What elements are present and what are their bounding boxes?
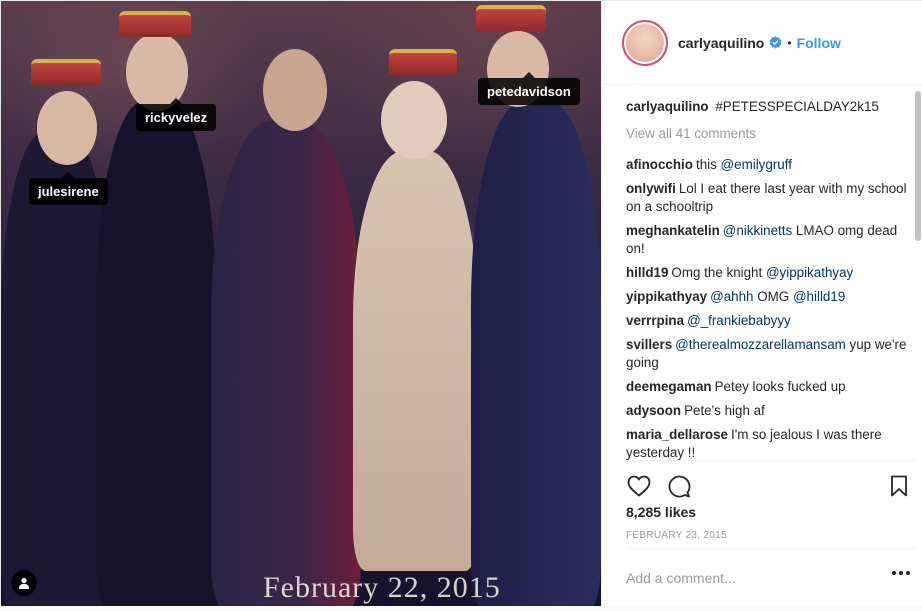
- comment-username[interactable]: svillers: [626, 337, 672, 352]
- person-head: [263, 49, 327, 131]
- more-options-icon[interactable]: [892, 571, 910, 575]
- comment-icon[interactable]: [666, 473, 692, 499]
- action-bar: [626, 460, 916, 510]
- instagram-post: February 22, 2015 julesirene rickyvelez …: [0, 0, 922, 606]
- comment-username[interactable]: deemegaman: [626, 379, 712, 394]
- person-figure: [353, 151, 478, 571]
- comment-username[interactable]: onlywifi: [626, 181, 676, 196]
- comment-item: svillers @therealmozzarellamansam yup we'…: [626, 336, 916, 372]
- verified-badge-icon: [769, 36, 782, 49]
- add-comment-bar: Add a comment...: [626, 548, 916, 606]
- comment-username[interactable]: maria_dellarose: [626, 427, 728, 442]
- comment-username[interactable]: meghankatelin: [626, 223, 720, 238]
- heart-icon[interactable]: [626, 473, 652, 499]
- caption-text: #PETESSPECIALDAY2k15: [715, 99, 879, 114]
- comment-item: hilld19 Omg the knight @yippikathyay: [626, 264, 916, 282]
- crown: [389, 49, 457, 75]
- caption: carlyaquilino #PETESSPECIALDAY2k15: [626, 98, 916, 116]
- comment-mention[interactable]: @hilld19: [793, 289, 845, 304]
- user-tag-rickyvelez[interactable]: rickyvelez: [136, 98, 217, 131]
- comment-item: yippikathyay @ahhh OMG @hilld19: [626, 288, 916, 306]
- comment-item: onlywifi Lol I eat there last year with m…: [626, 180, 916, 216]
- crown: [119, 11, 191, 37]
- comment-username[interactable]: hilld19: [626, 265, 668, 280]
- comment-mention[interactable]: @emilygruff: [721, 157, 792, 172]
- person-figure: [96, 101, 216, 606]
- post-sidebar: carlyaquilino • Follow carlyaquilino #PE…: [601, 1, 922, 606]
- comment-username[interactable]: adysoon: [626, 403, 681, 418]
- comment-text: Petey looks fucked up: [714, 379, 846, 394]
- comment-username[interactable]: verrrpina: [626, 313, 684, 328]
- person-figure: [211, 121, 361, 606]
- bookmark-icon[interactable]: [886, 473, 912, 499]
- comment-text: this: [695, 157, 721, 172]
- view-all-comments-link[interactable]: View all 41 comments: [626, 125, 916, 143]
- user-tag-icon[interactable]: [11, 570, 37, 596]
- comment-mention[interactable]: @yippikathyay: [766, 265, 853, 280]
- separator-dot: •: [787, 35, 792, 50]
- comments-scrollbar[interactable]: [915, 91, 921, 241]
- comment-item: meghankatelin @nikkinetts LMAO omg dead o…: [626, 222, 916, 258]
- caption-username[interactable]: carlyaquilino: [626, 99, 709, 114]
- comment-text: OMG: [753, 289, 793, 304]
- user-tag-petedavidson[interactable]: petedavidson: [478, 72, 580, 105]
- post-date: FEBRUARY 23, 2015: [626, 530, 727, 541]
- person-figure: [471, 101, 601, 606]
- comment-text: Omg the knight: [671, 265, 766, 280]
- likes-count[interactable]: 8,285 likes: [626, 504, 696, 520]
- header-username[interactable]: carlyaquilino: [678, 35, 764, 51]
- photo-date-overlay: February 22, 2015: [263, 571, 501, 604]
- comments-list: carlyaquilino #PETESSPECIALDAY2k15 View …: [626, 85, 916, 460]
- comment-item: deemegaman Petey looks fucked up: [626, 378, 916, 396]
- person-head: [37, 91, 97, 165]
- comment-mention[interactable]: @nikkinetts: [723, 223, 792, 238]
- crown: [476, 5, 546, 31]
- post-header: carlyaquilino • Follow: [602, 1, 922, 85]
- post-photo[interactable]: February 22, 2015 julesirene rickyvelez …: [1, 1, 601, 606]
- comment-item: verrrpina @_frankiebabyyy: [626, 312, 916, 330]
- comment-item: afinocchio this @emilygruff: [626, 156, 916, 174]
- avatar[interactable]: [622, 19, 668, 66]
- comment-item: adysoon Pete's high af: [626, 402, 916, 420]
- user-tag-julesirene[interactable]: julesirene: [29, 172, 108, 205]
- person-head: [381, 81, 447, 159]
- comment-username[interactable]: afinocchio: [626, 157, 693, 172]
- comment-mention[interactable]: @ahhh: [710, 289, 753, 304]
- comment-username[interactable]: yippikathyay: [626, 289, 707, 304]
- comment-item: maria_dellarose I'm so jealous I was ther…: [626, 426, 916, 460]
- add-comment-input[interactable]: Add a comment...: [626, 570, 736, 586]
- comment-text: Pete's high af: [684, 403, 765, 418]
- comment-mention[interactable]: @therealmozzarellamansam: [675, 337, 846, 352]
- comment-mention[interactable]: @_frankiebabyyy: [687, 313, 791, 328]
- follow-button[interactable]: Follow: [797, 35, 841, 51]
- crown: [31, 59, 101, 85]
